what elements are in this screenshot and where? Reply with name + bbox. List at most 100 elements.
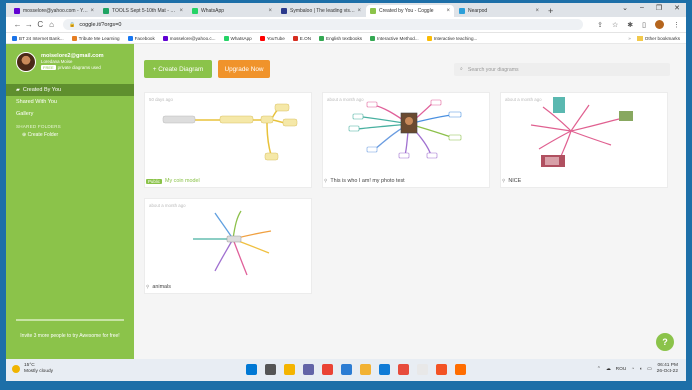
plan-badge: FREE: [41, 65, 56, 70]
taskbar-app-icon[interactable]: [379, 364, 390, 375]
tab-favicon-icon: [14, 8, 20, 14]
close-tab-icon[interactable]: ×: [446, 8, 450, 14]
battery-icon[interactable]: ▭: [647, 367, 652, 372]
taskbar-app-icon[interactable]: [455, 364, 466, 375]
browser-actions: ⇪ ☆ ✱ ▯ ⋮: [597, 20, 680, 29]
taskbar-app-icon[interactable]: [436, 364, 447, 375]
invite-progress-bar: [16, 319, 124, 321]
forward-button[interactable]: →: [23, 20, 34, 29]
browser-tab[interactable]: Nearpod ×: [455, 5, 543, 17]
minimize-button[interactable]: –: [640, 4, 644, 12]
new-tab-button[interactable]: +: [548, 5, 553, 17]
sidebar-item-created-by-you[interactable]: ▰ Created By You: [6, 84, 134, 96]
maximize-button[interactable]: ❐: [656, 4, 662, 12]
volume-icon[interactable]: ◖: [639, 367, 642, 372]
close-window-button[interactable]: ✕: [674, 4, 680, 12]
other-bookmarks[interactable]: Other bookmarks: [645, 36, 680, 41]
taskbar-app-icon[interactable]: [303, 364, 314, 375]
bookmark-favicon-icon: [162, 35, 168, 41]
tab-search-icon[interactable]: ⌄: [622, 4, 628, 12]
sidepanel-icon[interactable]: ▯: [642, 21, 646, 29]
close-tab-icon[interactable]: ×: [357, 8, 361, 14]
menu-icon[interactable]: ⋮: [673, 21, 680, 29]
user-profile[interactable]: moiselore2@gmail.com Loredana Moise FREE…: [6, 44, 134, 76]
weather-condition: Mostly cloudy: [24, 369, 54, 374]
home-button[interactable]: ⌂: [46, 20, 57, 29]
invite-text[interactable]: Invite 3 more people to try Awesome for …: [16, 333, 124, 340]
back-button[interactable]: ←: [12, 20, 23, 29]
card-title[interactable]: My coin model: [165, 178, 200, 184]
bookmark-item[interactable]: Facebook: [127, 35, 155, 41]
sidebar-item-gallery[interactable]: Gallery: [6, 108, 134, 120]
taskbar-app-icon[interactable]: [265, 364, 276, 375]
bookmark-label: mosselore@yahoo.c...: [169, 35, 216, 41]
wifi-icon[interactable]: ◔: [631, 367, 634, 372]
extensions-icon[interactable]: ✱: [627, 21, 633, 29]
chevron-up-icon[interactable]: ⌃: [597, 367, 601, 372]
bookmark-item[interactable]: Tribute Me Learning: [71, 35, 120, 41]
browser-tab[interactable]: WhatsApp ×: [188, 5, 276, 17]
sun-icon: [12, 365, 20, 373]
main-content: + Create Diagram Upgrade Now ⌕ Search yo…: [134, 44, 686, 359]
lock-icon: ⚲: [502, 178, 506, 183]
bookmark-item[interactable]: WhatsApp: [223, 35, 252, 41]
card-title[interactable]: NICE: [508, 178, 521, 184]
close-tab-icon[interactable]: ×: [90, 8, 94, 14]
bookmark-label: Facebook: [134, 35, 155, 41]
bookmark-item[interactable]: Interactive Method...: [370, 35, 419, 41]
card-caption: Public My coin model: [146, 178, 200, 184]
taskbar-app-icon[interactable]: [417, 364, 428, 375]
help-button[interactable]: ?: [656, 333, 674, 351]
taskbar-app-icon[interactable]: [246, 364, 257, 375]
plan-usage: FREE private diagrams used: [41, 65, 104, 71]
profile-avatar[interactable]: [655, 20, 665, 29]
taskbar-app-icon[interactable]: [284, 364, 295, 375]
create-folder-label: Create Folder: [27, 132, 59, 138]
bookmark-star-icon[interactable]: ☆: [612, 21, 618, 29]
url-field[interactable]: 🔒 coggle.it/?orgs=0: [63, 19, 584, 30]
browser-tab[interactable]: TOOLS Sept 5-10th Mat - Google Drive×: [99, 5, 187, 17]
sidebar-item-shared-with-you[interactable]: Shared With You: [6, 96, 134, 108]
system-tray: ⌃ ☁ ROU ◔ ◖ ▭ 06:41 PM 26-Oct-22: [597, 363, 678, 375]
clock[interactable]: 06:41 PM 26-Oct-22: [657, 363, 678, 375]
bookmark-label: Tribute Me Learning: [78, 35, 120, 41]
create-folder-button[interactable]: ⊕ Create Folder: [6, 131, 134, 139]
browser-tab[interactable]: mosselore@yahoo.com - Yahoo Mail×: [10, 5, 98, 17]
tab-favicon-icon: [370, 8, 376, 14]
taskbar: 15°C Mostly cloudy ⌃ ☁ ROU ◔ ◖ ▭ 06:41 P…: [6, 359, 686, 381]
search-input[interactable]: ⌕ Search your diagrams: [454, 63, 670, 76]
bookmark-item[interactable]: YouTube: [259, 35, 285, 41]
close-tab-icon[interactable]: ×: [268, 8, 272, 14]
upgrade-button[interactable]: Upgrade Now: [218, 60, 270, 78]
close-tab-icon[interactable]: ×: [535, 8, 539, 14]
bookmark-favicon-icon: [292, 35, 298, 41]
weather-widget[interactable]: 15°C Mostly cloudy: [12, 363, 53, 375]
diagram-card-nice[interactable]: about a month ago: [500, 92, 668, 188]
bookmarks-overflow-icon[interactable]: »: [628, 36, 631, 41]
bookmark-item[interactable]: mosselore@yahoo.c...: [162, 35, 216, 41]
sidebar: moiselore2@gmail.com Loredana Moise FREE…: [6, 44, 134, 359]
reload-button[interactable]: C: [35, 20, 46, 29]
browser-tab[interactable]: Created by You - Coggle ×: [366, 5, 454, 17]
language-indicator[interactable]: ROU: [616, 367, 627, 372]
diagram-card-photo-test[interactable]: about a month ago: [322, 92, 490, 188]
bookmark-item[interactable]: English textbooks: [319, 35, 362, 41]
taskbar-app-icon[interactable]: [398, 364, 409, 375]
bookmark-item[interactable]: E.ON: [292, 35, 311, 41]
create-diagram-button[interactable]: + Create Diagram: [144, 60, 212, 78]
card-caption: ⚲ This is who I am! my photo test: [324, 178, 405, 184]
share-icon[interactable]: ⇪: [597, 21, 603, 29]
diagram-card-my-coin-model[interactable]: 50 days ago: [144, 92, 312, 188]
taskbar-app-icon[interactable]: [322, 364, 333, 375]
close-tab-icon[interactable]: ×: [179, 8, 183, 14]
card-title[interactable]: animals: [152, 284, 171, 290]
cloud-icon[interactable]: ☁: [606, 367, 611, 372]
diagram-card-animals[interactable]: about a month ago: [144, 198, 312, 294]
card-title[interactable]: This is who I am! my photo test: [330, 178, 404, 184]
taskbar-app-icon[interactable]: [341, 364, 352, 375]
taskbar-app-icon[interactable]: [360, 364, 371, 375]
bookmark-item[interactable]: Interactive teaching...: [426, 35, 477, 41]
url-text: coggle.it/?orgs=0: [79, 21, 122, 28]
browser-tab[interactable]: Symbaloo | The leading visual bookmarkin…: [277, 5, 365, 17]
bookmark-item[interactable]: BT 24 Internet Bank...: [12, 35, 64, 41]
